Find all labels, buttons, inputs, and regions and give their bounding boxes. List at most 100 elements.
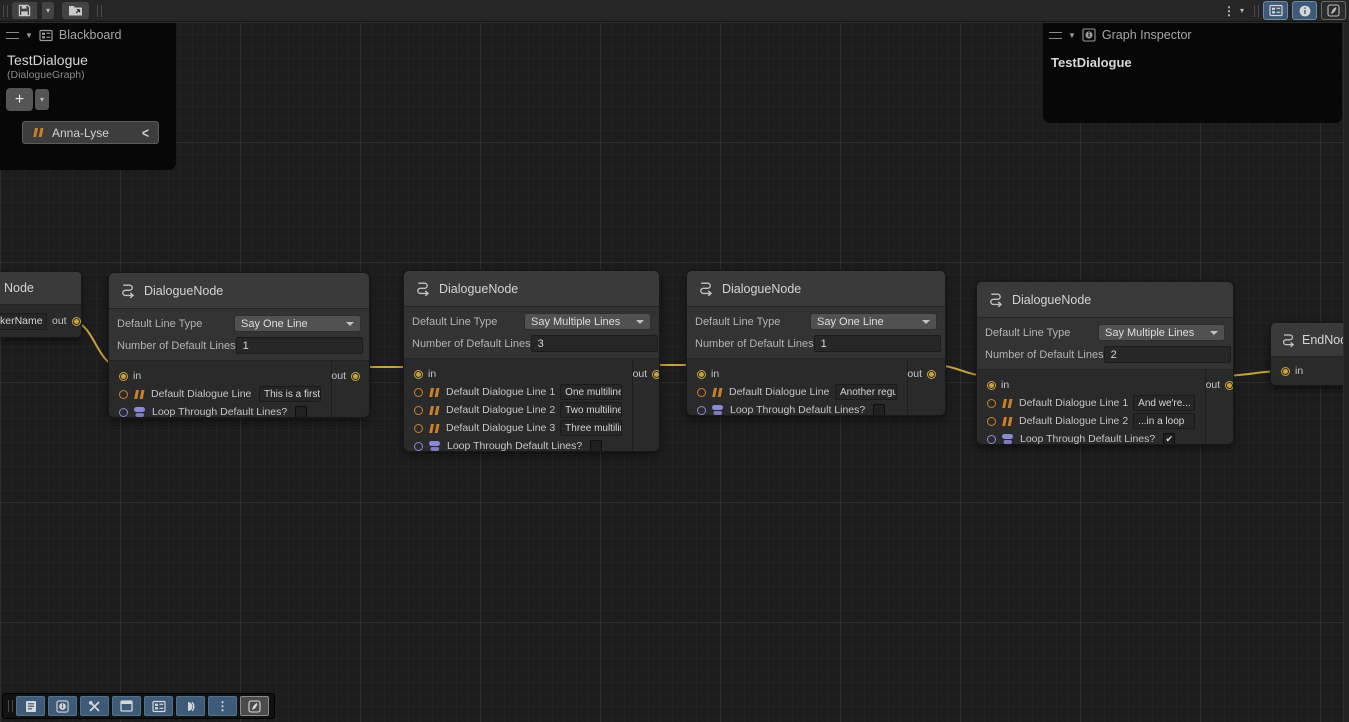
blackboard-field-anna-lyse[interactable]: Anna-Lyse <: [22, 121, 159, 144]
right-resize-gutter[interactable]: [1343, 23, 1349, 722]
open-asset-button[interactable]: [62, 2, 89, 19]
speaker-node-clipped[interactable]: Node kerName out: [0, 271, 82, 338]
dialogue-line-field[interactable]: This is a first: [259, 386, 321, 402]
toolbar-drag-handle[interactable]: [3, 5, 8, 17]
loop-port[interactable]: [119, 408, 128, 417]
dialogue-line-field[interactable]: One multiline: [560, 384, 622, 400]
quote-icon: [428, 423, 441, 434]
in-port-label: in: [133, 370, 141, 382]
line-type-dropdown[interactable]: Say Multiple Lines: [1098, 324, 1225, 341]
toggle-blackboard-button[interactable]: [144, 696, 173, 716]
loop-checkbox-checked[interactable]: ✔: [1163, 433, 1175, 445]
loop-icon: [428, 440, 442, 452]
dialogue-node-1[interactable]: DialogueNode Default Line Type Say One L…: [108, 272, 370, 418]
dialogue-line-port[interactable]: [414, 424, 423, 433]
node-title-bar: DialogueNode: [977, 282, 1233, 318]
in-port[interactable]: [119, 372, 128, 381]
graph-inspector-header: ▼ Graph Inspector: [1043, 23, 1342, 47]
toggle-whiteboard-button[interactable]: [1321, 1, 1346, 20]
chevron-left-icon[interactable]: <: [142, 124, 149, 141]
prop-label: Default Line Type: [117, 318, 234, 330]
overflow-menu-button[interactable]: ⋮: [208, 696, 237, 716]
dialogue-line-port[interactable]: [987, 417, 996, 426]
out-port[interactable]: [927, 370, 936, 379]
tools-icon: [88, 700, 101, 713]
loop-port[interactable]: [987, 435, 996, 444]
prop-label: Number of Default Lines: [412, 338, 531, 350]
dialogue-line-port[interactable]: [414, 406, 423, 415]
toggle-window-button[interactable]: [112, 696, 141, 716]
dialogue-line-field[interactable]: Two multiline: [560, 402, 622, 418]
blackboard-icon: [152, 700, 166, 713]
loop-checkbox[interactable]: [590, 440, 602, 452]
in-port[interactable]: [987, 381, 996, 390]
toggle-inspector-button[interactable]: [48, 696, 77, 716]
end-node[interactable]: EndNode in: [1270, 322, 1349, 386]
toolbar-drag-handle[interactable]: [1254, 5, 1259, 17]
out-port[interactable]: [351, 372, 360, 381]
node-title: DialogueNode: [722, 282, 801, 296]
port-label: Default Dialogue Line: [151, 388, 251, 400]
line-type-dropdown[interactable]: Say One Line: [234, 315, 361, 332]
out-port-label: out: [907, 368, 922, 380]
toggle-inspector-button[interactable]: [1292, 1, 1317, 20]
top-toolbar: ▾ TestDialogue ⋮ ▾: [0, 0, 1349, 22]
collapse-triangle-icon[interactable]: ▼: [1068, 31, 1076, 40]
toggle-library-button[interactable]: [16, 696, 45, 716]
loop-checkbox[interactable]: [873, 404, 885, 416]
loop-port[interactable]: [697, 406, 706, 415]
toolbar-drag-handle[interactable]: [97, 5, 102, 17]
dialogue-line-field[interactable]: ...in a loop: [1133, 413, 1195, 429]
out-port[interactable]: [72, 317, 81, 326]
overflow-menu-button[interactable]: ⋮ ▾: [1217, 2, 1250, 19]
speaker-name-field[interactable]: kerName: [0, 313, 47, 330]
toggle-whiteboard-button[interactable]: [240, 696, 269, 716]
drag-handle-icon[interactable]: [1049, 32, 1062, 39]
num-lines-field[interactable]: 2: [1104, 346, 1231, 363]
dialogue-node-3[interactable]: DialogueNode Default Line Type Say One L…: [686, 270, 946, 416]
num-lines-field[interactable]: 3: [531, 335, 658, 352]
num-lines-field[interactable]: 1: [236, 337, 363, 354]
drag-handle-icon[interactable]: [6, 32, 19, 39]
blackboard-icon: [39, 29, 53, 42]
dialogue-line-field[interactable]: Three multilin: [560, 420, 622, 436]
dialogue-line-port[interactable]: [119, 390, 128, 399]
node-properties: Default Line Type Say Multiple Lines Num…: [977, 318, 1233, 370]
toggle-tools-button[interactable]: [80, 696, 109, 716]
save-button[interactable]: [12, 2, 37, 19]
dropdown-value: Say Multiple Lines: [531, 316, 632, 328]
port-label: Default Dialogue Line 2: [446, 404, 555, 416]
out-port-label: out: [331, 370, 346, 382]
add-variable-button[interactable]: +: [6, 88, 33, 111]
open-folder-icon: [68, 4, 83, 17]
dialogue-line-port[interactable]: [987, 399, 996, 408]
blackboard-panel: ▼ Blackboard TestDialogue (DialogueGraph…: [0, 23, 176, 170]
line-type-dropdown[interactable]: Say Multiple Lines: [524, 313, 651, 330]
line-type-dropdown[interactable]: Say One Line: [810, 313, 937, 330]
in-port[interactable]: [697, 370, 706, 379]
dialogue-line-port[interactable]: [414, 388, 423, 397]
document-lines-icon: [25, 700, 37, 713]
dialogue-line-field[interactable]: And we're...: [1133, 395, 1195, 411]
in-port[interactable]: [1281, 367, 1290, 376]
node-title-bar: DialogueNode: [109, 273, 369, 309]
out-port[interactable]: [1225, 381, 1234, 390]
dialogue-line-field[interactable]: Another regul: [835, 384, 897, 400]
dialogue-node-4[interactable]: DialogueNode Default Line Type Say Multi…: [976, 281, 1234, 445]
loop-checkbox[interactable]: [295, 406, 307, 418]
loop-icon: [1001, 433, 1015, 445]
toggle-blackboard-button[interactable]: [1263, 1, 1288, 20]
quote-icon: [1001, 398, 1014, 409]
toggle-panel-button[interactable]: [176, 696, 205, 716]
dialogue-line-port[interactable]: [697, 388, 706, 397]
num-lines-field[interactable]: 1: [814, 335, 941, 352]
out-port[interactable]: [652, 370, 660, 379]
collapse-triangle-icon[interactable]: ▼: [25, 31, 33, 40]
dialogue-node-2[interactable]: DialogueNode Default Line Type Say Multi…: [403, 270, 660, 452]
save-options-button[interactable]: ▾: [42, 2, 54, 19]
toolbar-drag-handle[interactable]: [8, 700, 13, 712]
in-port[interactable]: [414, 370, 423, 379]
loop-port[interactable]: [414, 442, 423, 451]
add-variable-caret-button[interactable]: ▾: [35, 89, 49, 110]
chevron-down-icon: [636, 320, 644, 324]
